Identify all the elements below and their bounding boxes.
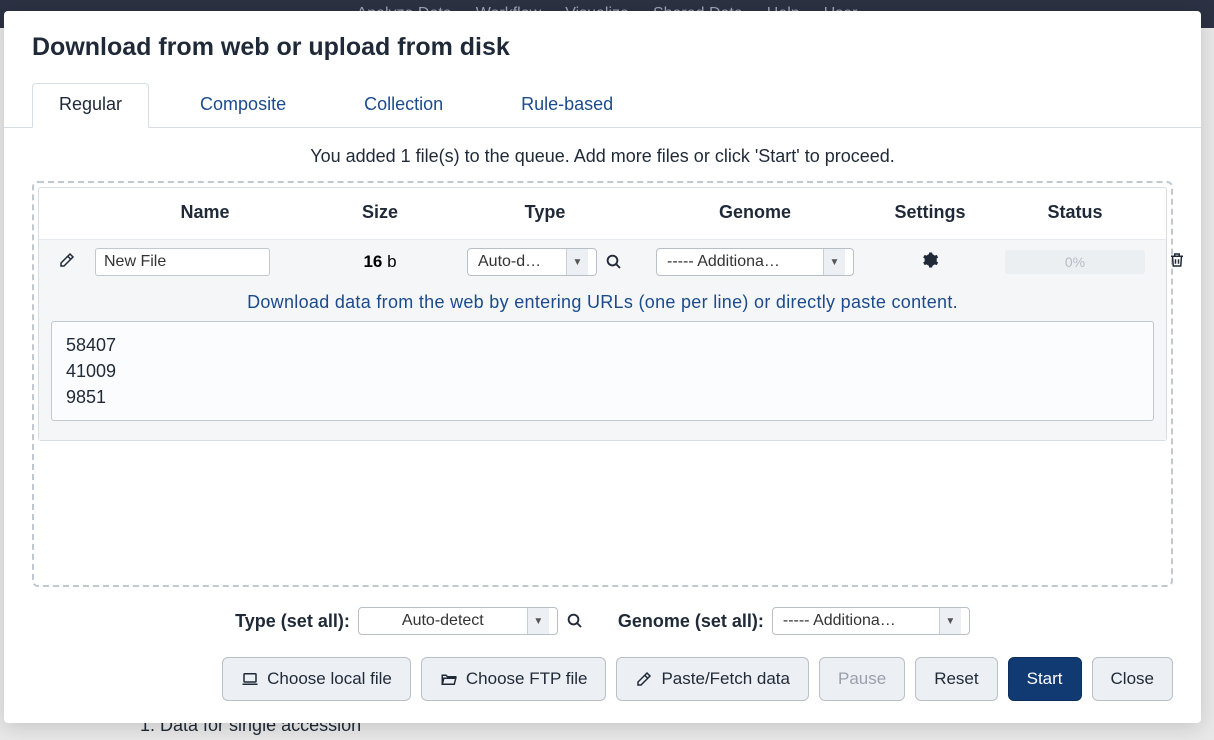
- file-name-input[interactable]: [95, 248, 270, 276]
- col-settings: Settings: [865, 202, 995, 223]
- trash-icon[interactable]: [1168, 251, 1186, 269]
- tabs: Regular Composite Collection Rule-based: [4, 82, 1201, 128]
- genome-set-all-select[interactable]: ----- Additiona… ▼: [772, 607, 970, 635]
- edit-icon[interactable]: [58, 251, 76, 269]
- paste-hint: Download data from the web by entering U…: [51, 292, 1154, 321]
- tab-composite[interactable]: Composite: [173, 83, 313, 128]
- chevron-down-icon: ▼: [823, 249, 845, 275]
- search-icon[interactable]: [566, 612, 584, 630]
- file-type-select[interactable]: Auto-d… ▼: [467, 248, 597, 276]
- upload-modal: Download from web or upload from disk Re…: [4, 11, 1201, 723]
- close-button[interactable]: Close: [1092, 657, 1173, 701]
- genome-set-all-label: Genome (set all):: [618, 611, 764, 632]
- drop-zone[interactable]: Name Size Type Genome Settings Status: [32, 181, 1173, 587]
- col-genome: Genome: [645, 202, 865, 223]
- edit-icon: [635, 670, 653, 688]
- file-genome-select[interactable]: ----- Additiona… ▼: [656, 248, 854, 276]
- progress-bar: 0%: [1005, 250, 1145, 274]
- type-set-all-select[interactable]: Auto-detect ▼: [358, 607, 558, 635]
- modal-footer: Choose local file Choose FTP file Paste/…: [4, 639, 1201, 723]
- modal-title: Download from web or upload from disk: [4, 11, 1201, 82]
- set-all-row: Type (set all): Auto-detect ▼ Genome (se…: [4, 587, 1201, 639]
- tab-collection[interactable]: Collection: [337, 83, 470, 128]
- pause-button[interactable]: Pause: [819, 657, 905, 701]
- gear-icon[interactable]: [921, 251, 939, 269]
- laptop-icon: [241, 670, 259, 688]
- file-size: 16 b: [315, 252, 445, 272]
- chevron-down-icon: ▼: [566, 249, 588, 275]
- type-set-all-label: Type (set all):: [235, 611, 350, 632]
- chevron-down-icon: ▼: [939, 608, 961, 634]
- col-type: Type: [445, 202, 645, 223]
- reset-button[interactable]: Reset: [915, 657, 997, 701]
- file-table: Name Size Type Genome Settings Status: [38, 187, 1167, 441]
- table-header-row: Name Size Type Genome Settings Status: [39, 188, 1166, 240]
- folder-open-icon: [440, 670, 458, 688]
- col-size: Size: [315, 202, 445, 223]
- start-button[interactable]: Start: [1008, 657, 1082, 701]
- table-row: 16 b Auto-d… ▼ ----- Additiona… ▼: [39, 240, 1166, 284]
- paste-textarea[interactable]: [51, 321, 1154, 421]
- col-status: Status: [995, 202, 1155, 223]
- queue-info-text: You added 1 file(s) to the queue. Add mo…: [4, 128, 1201, 181]
- tab-rule-based[interactable]: Rule-based: [494, 83, 640, 128]
- chevron-down-icon: ▼: [527, 608, 549, 634]
- search-icon[interactable]: [605, 253, 623, 271]
- choose-ftp-file-button[interactable]: Choose FTP file: [421, 657, 607, 701]
- paste-fetch-button[interactable]: Paste/Fetch data: [616, 657, 809, 701]
- choose-local-file-button[interactable]: Choose local file: [222, 657, 411, 701]
- paste-area: Download data from the web by entering U…: [39, 284, 1166, 440]
- col-name: Name: [95, 202, 315, 223]
- tab-regular[interactable]: Regular: [32, 83, 149, 128]
